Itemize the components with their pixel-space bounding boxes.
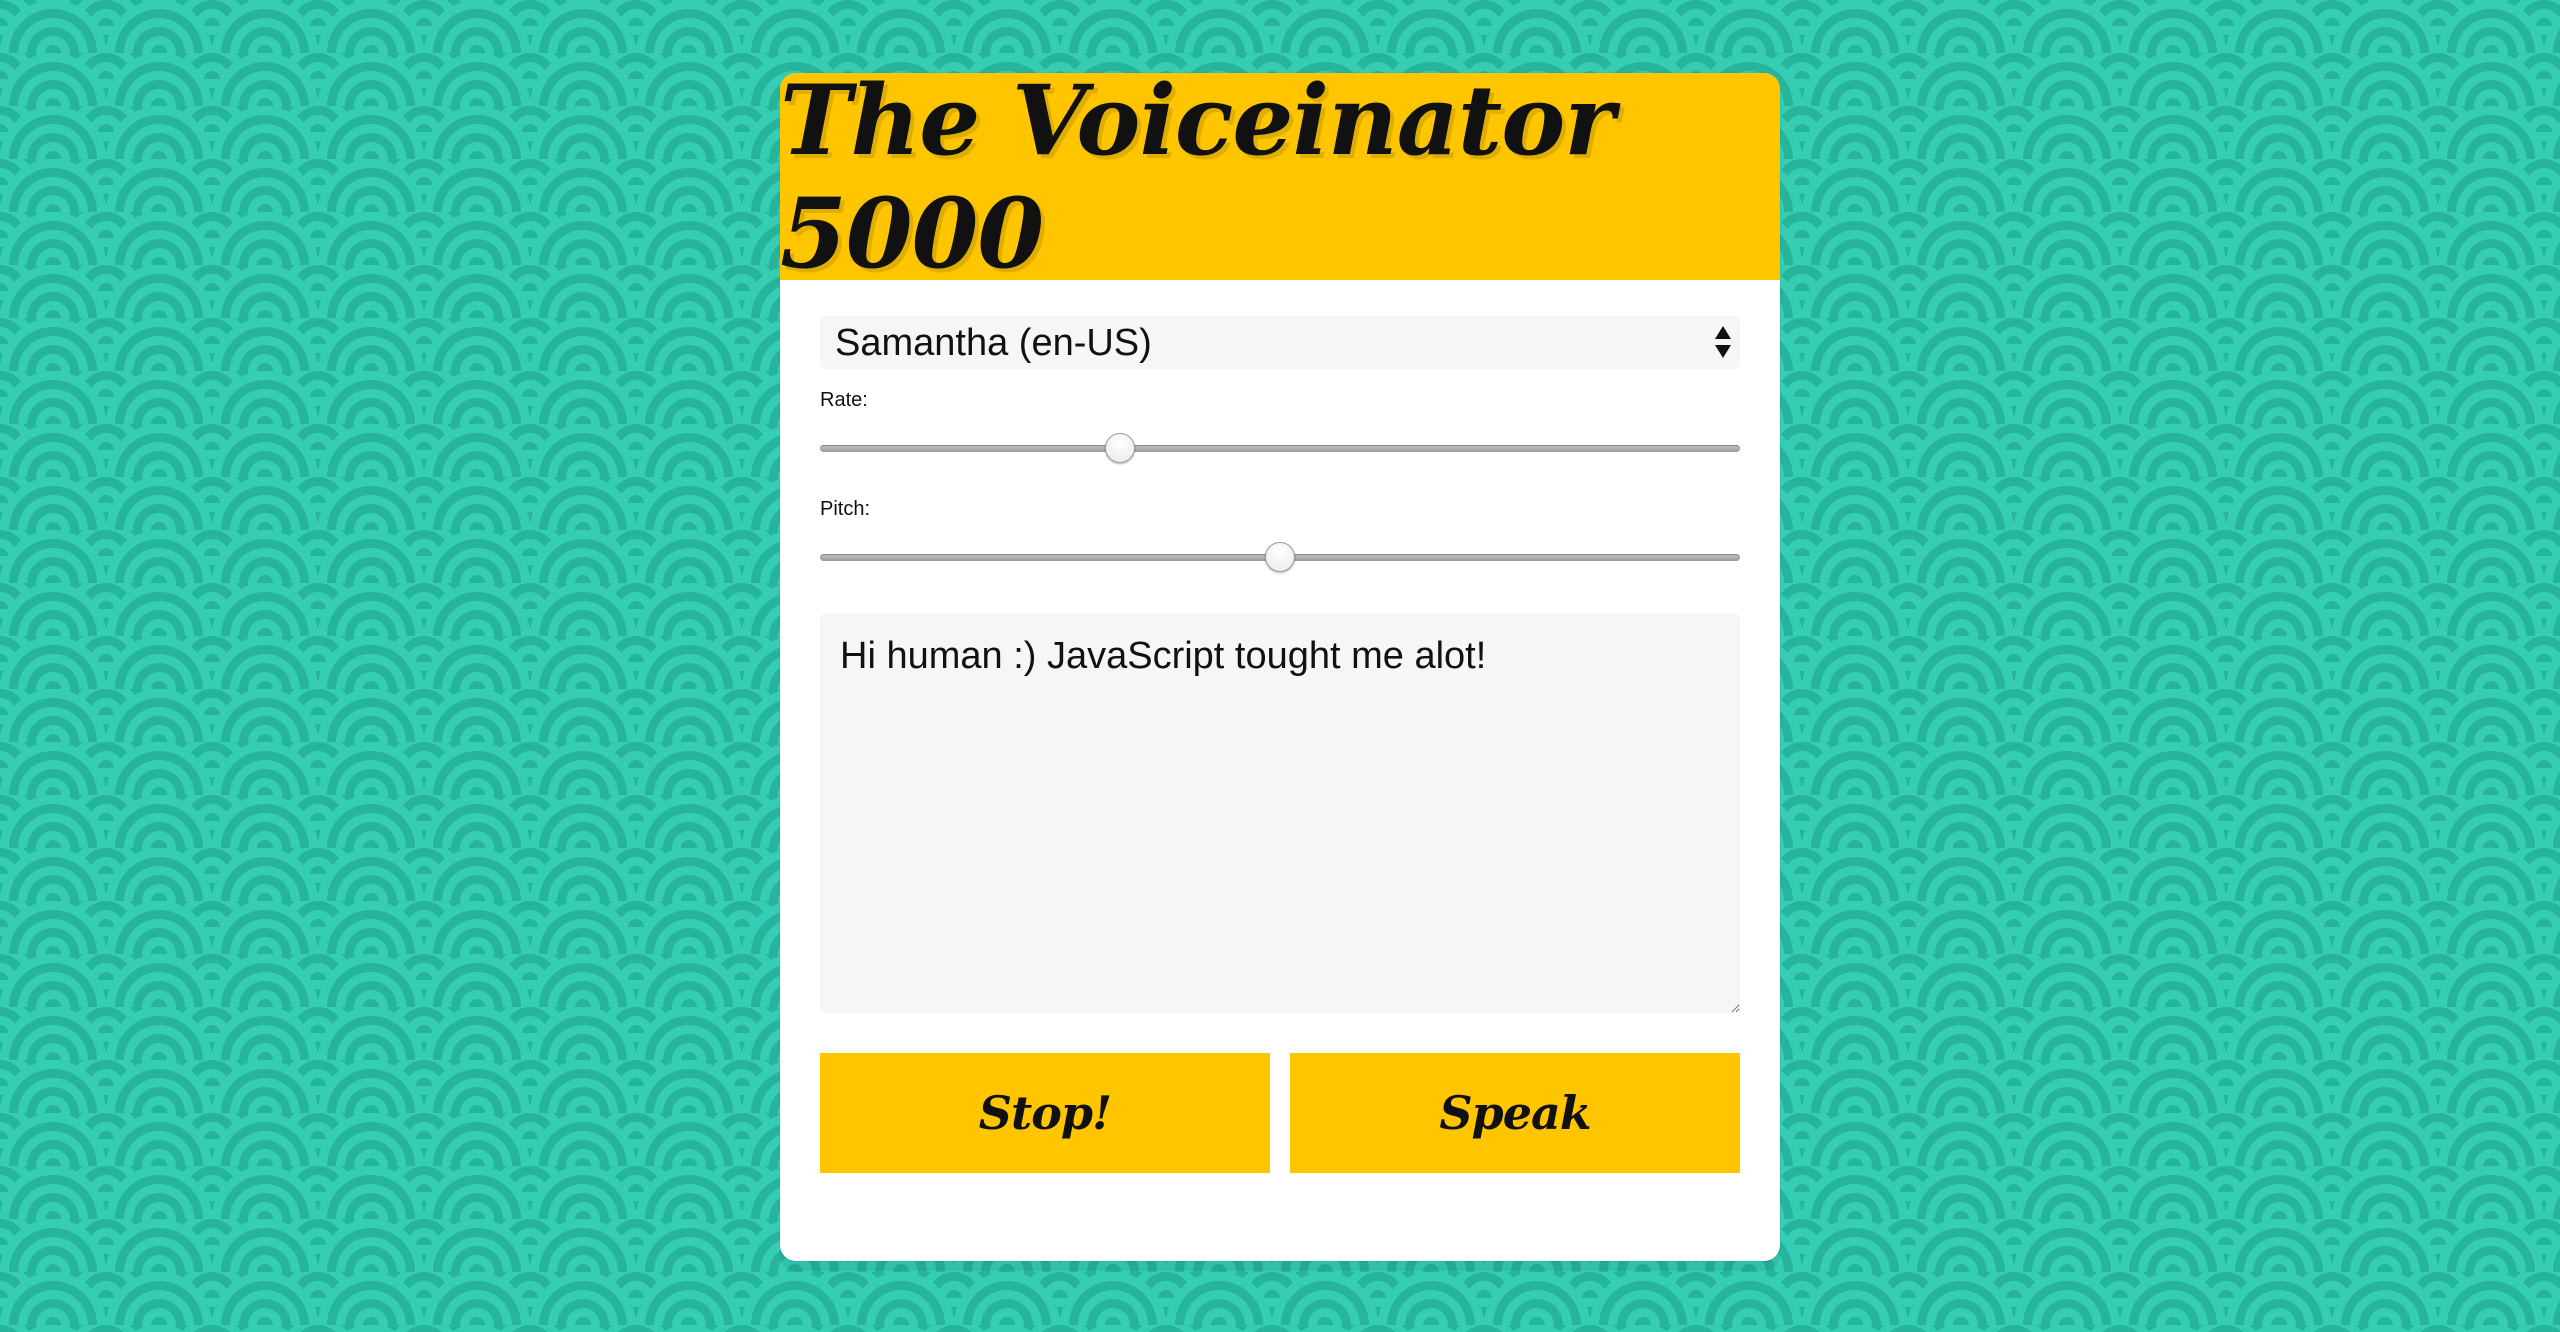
pitch-label: Pitch: xyxy=(820,498,871,520)
pitch-slider-thumb[interactable] xyxy=(1265,542,1295,572)
rate-slider-track[interactable] xyxy=(820,445,1740,452)
message-textarea[interactable]: Hi human :) JavaScript tought me alot! xyxy=(820,613,1740,1013)
rate-slider-thumb[interactable] xyxy=(1104,433,1135,463)
button-row: Stop! Speak xyxy=(820,1053,1740,1173)
voice-select[interactable]: Samantha (en-US) xyxy=(820,316,1740,369)
pitch-slider[interactable] xyxy=(820,527,1740,587)
controls: Samantha (en-US) Rate: Pitch: Hi human :… xyxy=(780,280,1780,1173)
rate-slider[interactable] xyxy=(820,418,1740,478)
title-bar: The Voiceinator 5000 xyxy=(780,73,1780,290)
stop-button[interactable]: Stop! xyxy=(820,1053,1270,1173)
speak-button[interactable]: Speak xyxy=(1290,1053,1740,1173)
page-title: The Voiceinator 5000 xyxy=(780,73,1615,290)
voice-select-wrapper[interactable]: Samantha (en-US) xyxy=(820,316,1740,369)
rate-label: Rate: xyxy=(820,389,868,411)
voiceinator-panel: The Voiceinator 5000 Samantha (en-US) Ra… xyxy=(780,73,1780,1261)
